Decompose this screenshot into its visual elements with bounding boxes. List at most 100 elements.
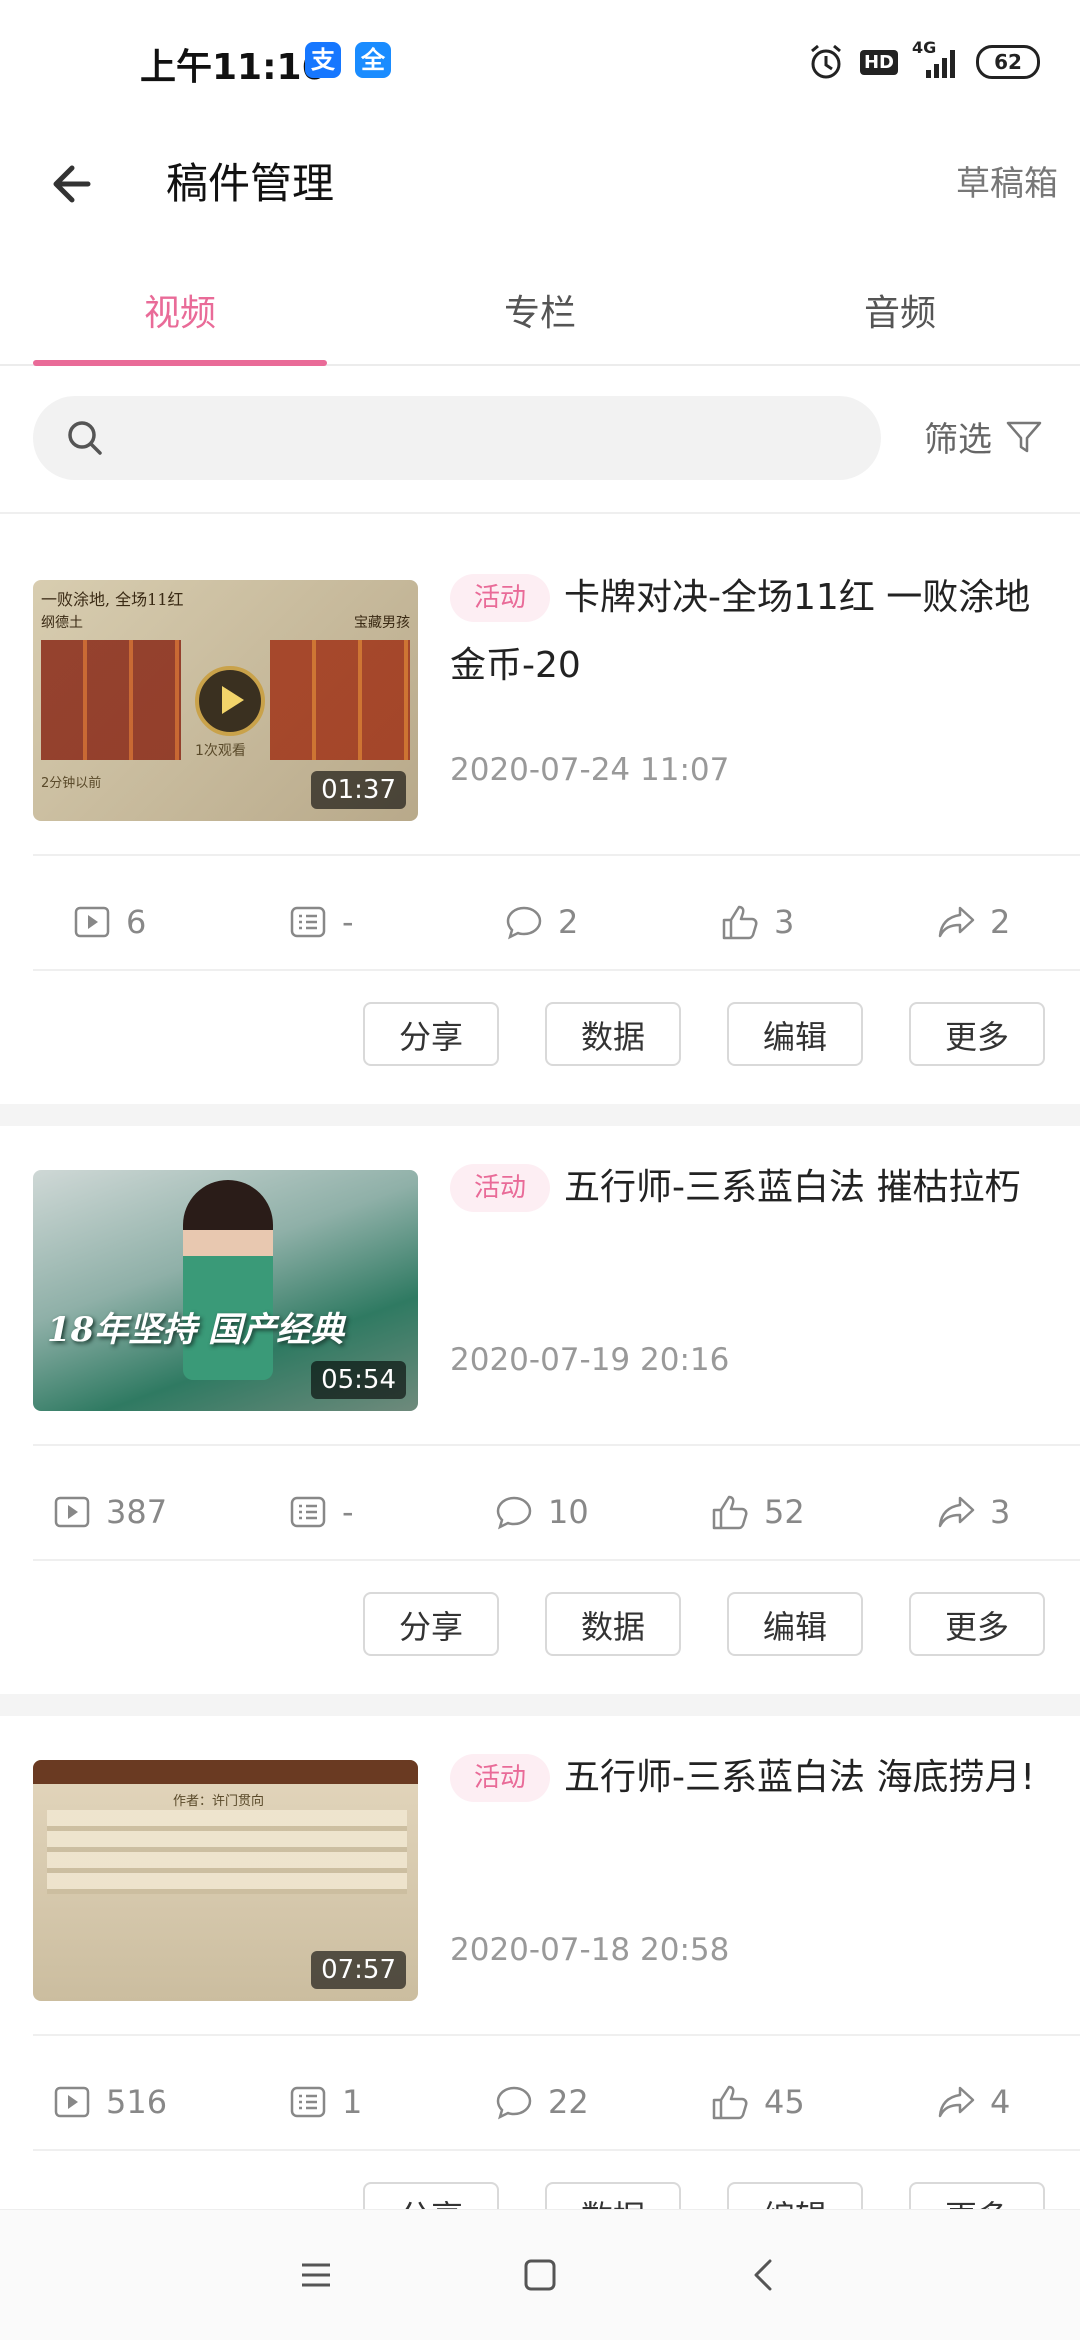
share-icon	[938, 2086, 975, 2118]
status-time: 上午11:16	[140, 47, 327, 88]
thumbs-up-icon	[722, 905, 758, 940]
divider	[33, 1559, 1080, 1561]
data-button[interactable]: 数据	[545, 1002, 681, 1066]
publish-date: 2020-07-24 11:07	[450, 752, 730, 788]
back-icon[interactable]	[734, 2245, 794, 2305]
stat-likes: 3	[720, 902, 794, 942]
play-count-icon	[54, 2086, 90, 2118]
likes-value: 52	[764, 1493, 805, 1531]
video-thumbnail[interactable]: 作者：许门贯向 07:57	[33, 1760, 418, 2001]
system-nav-bar	[0, 2209, 1080, 2340]
share-button[interactable]: 分享	[363, 1592, 499, 1656]
filter-icon	[1006, 421, 1042, 452]
comment-icon	[506, 906, 542, 940]
filter-label: 筛选	[924, 420, 992, 460]
danmaku-icon	[290, 1496, 326, 1528]
danmaku-icon	[290, 2086, 326, 2118]
back-arrow-icon[interactable]	[40, 148, 112, 220]
stat-comments: 2	[504, 902, 578, 942]
stat-comments: 22	[494, 2082, 589, 2122]
play-icon	[195, 666, 265, 736]
thumbs-up-icon	[712, 1495, 748, 1530]
video-duration: 07:57	[311, 1951, 406, 1989]
stat-likes: 52	[710, 1492, 805, 1532]
tab-video[interactable]: 视频	[15, 284, 345, 336]
likes-value: 3	[774, 903, 795, 941]
stat-plays: 516	[52, 2082, 167, 2122]
thumbnail-card-list	[47, 1810, 407, 1894]
search-input[interactable]	[33, 396, 881, 480]
comments-value: 10	[548, 1493, 589, 1531]
thumbnail-views: 1次观看	[195, 743, 246, 759]
share-button[interactable]: 分享	[363, 1002, 499, 1066]
divider	[33, 969, 1080, 971]
video-title: 五行师-三系蓝白法 摧枯拉朽	[564, 1167, 1021, 1208]
divider	[33, 2034, 1080, 2036]
edit-button[interactable]: 编辑	[727, 1002, 863, 1066]
app-notification-icon: 全	[355, 42, 391, 78]
battery-icon: 62	[976, 45, 1040, 79]
header: 稿件管理 草稿箱	[0, 120, 1080, 240]
signal-icon: 4G	[912, 38, 962, 82]
stat-comments: 10	[494, 1492, 589, 1532]
thumbnail-player-right: 宝藏男孩	[354, 615, 410, 631]
plays-value: 6	[126, 903, 147, 941]
more-button[interactable]: 更多	[909, 1002, 1045, 1066]
play-count-icon	[74, 906, 110, 938]
thumbnail-cards-left	[41, 640, 181, 760]
plays-value: 387	[106, 1493, 168, 1531]
divider	[33, 854, 1080, 856]
plays-value: 516	[106, 2083, 168, 2121]
tab-column[interactable]: 专栏	[375, 284, 705, 336]
thumbnail-time: 2分钟以前	[41, 776, 102, 791]
stat-plays: 387	[52, 1492, 167, 1532]
shares-value: 2	[990, 903, 1011, 941]
video-item: 一败涂地, 全场11红 纲德土 宝藏男孩 1次观看 2分钟以前 01:37 活动…	[0, 514, 1080, 1104]
video-thumbnail[interactable]: 18年坚持 国产经典 05:54	[33, 1170, 418, 1411]
thumbnail-player-left: 纲德土	[41, 615, 83, 631]
stat-danmaku: -	[288, 902, 354, 942]
stat-shares: 4	[936, 2082, 1010, 2122]
activity-tag: 活动	[450, 1164, 551, 1212]
status-icons: HD 4G 62	[806, 38, 1040, 84]
stat-shares: 3	[936, 1492, 1010, 1532]
stat-danmaku: -	[288, 1492, 354, 1532]
drafts-button[interactable]: 草稿箱	[956, 156, 1058, 205]
comments-value: 2	[558, 903, 579, 941]
alipay-icon: 支	[305, 42, 341, 78]
stat-shares: 2	[936, 902, 1010, 942]
video-title-block[interactable]: 活动 五行师-三系蓝白法 摧枯拉朽	[450, 1154, 1050, 1222]
danmaku-value: -	[342, 903, 354, 941]
activity-tag: 活动	[450, 574, 551, 622]
video-title-block[interactable]: 活动 五行师-三系蓝白法 海底捞月!	[450, 1744, 1050, 1812]
comment-icon	[496, 2086, 532, 2120]
danmaku-icon	[290, 906, 326, 938]
hd-icon: HD	[859, 49, 898, 75]
alarm-icon	[811, 44, 841, 79]
comment-icon	[496, 1496, 532, 1530]
activity-tag: 活动	[450, 1754, 551, 1802]
status-bar: 上午11:16 支 全 HD 4G 62	[0, 0, 1080, 120]
stat-danmaku: 1	[288, 2082, 362, 2122]
share-icon	[938, 906, 975, 938]
stat-likes: 45	[710, 2082, 805, 2122]
data-button[interactable]: 数据	[545, 1592, 681, 1656]
more-button[interactable]: 更多	[909, 1592, 1045, 1656]
tab-audio[interactable]: 音频	[735, 284, 1065, 336]
stats-row: 516 1 22 45 4	[0, 2072, 1080, 2142]
filter-button[interactable]: 筛选	[924, 412, 1044, 461]
video-duration: 01:37	[311, 771, 406, 809]
menu-icon[interactable]	[286, 2245, 346, 2305]
page-title: 稿件管理	[166, 159, 335, 208]
search-icon	[68, 421, 102, 455]
video-title-block[interactable]: 活动 卡牌对决-全场11红 一败涂地 金币-20	[450, 564, 1050, 700]
stat-plays: 6	[72, 902, 146, 942]
share-icon	[938, 1496, 975, 1528]
play-count-icon	[54, 1496, 90, 1528]
likes-value: 45	[764, 2083, 805, 2121]
edit-button[interactable]: 编辑	[727, 1592, 863, 1656]
video-item: 作者：许门贯向 07:57 活动 五行师-三系蓝白法 海底捞月! 2020-07-…	[0, 1694, 1080, 2284]
home-icon[interactable]	[510, 2245, 570, 2305]
video-thumbnail[interactable]: 一败涂地, 全场11红 纲德土 宝藏男孩 1次观看 2分钟以前 01:37	[33, 580, 418, 821]
divider	[33, 2149, 1080, 2151]
